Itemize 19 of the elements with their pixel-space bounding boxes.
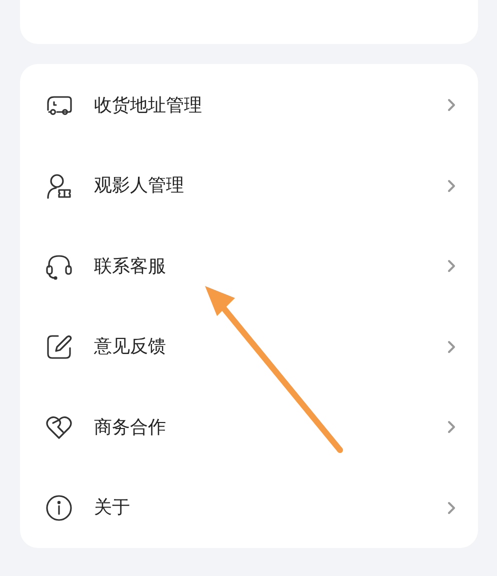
chevron-icon xyxy=(446,420,458,434)
menu-item[interactable]: 意见反馈 xyxy=(20,306,478,387)
chevron-icon xyxy=(446,98,458,112)
menu-item[interactable]: 联系客服 xyxy=(20,226,478,306)
menu-label: 关于 xyxy=(94,496,131,520)
chevron-icon xyxy=(446,259,458,274)
chevron-icon xyxy=(446,178,458,193)
chevron-icon xyxy=(446,500,458,515)
menu-label: 意见反馈 xyxy=(94,335,167,360)
menu-item[interactable]: 商务合作 xyxy=(20,387,478,468)
menu-label: 联系客服 xyxy=(94,254,167,279)
chevron-icon xyxy=(446,340,458,354)
menu-item[interactable]: 关于 xyxy=(20,468,478,548)
menu-item[interactable]: 收货地址管理 xyxy=(20,65,478,146)
menu-label: 观影人管理 xyxy=(94,174,185,198)
menu-label: 商务合作 xyxy=(94,416,167,440)
info-icon xyxy=(44,492,74,523)
menu-item[interactable]: 观影人管理 xyxy=(20,146,478,226)
menu-label: 收货地址管理 xyxy=(94,94,203,118)
